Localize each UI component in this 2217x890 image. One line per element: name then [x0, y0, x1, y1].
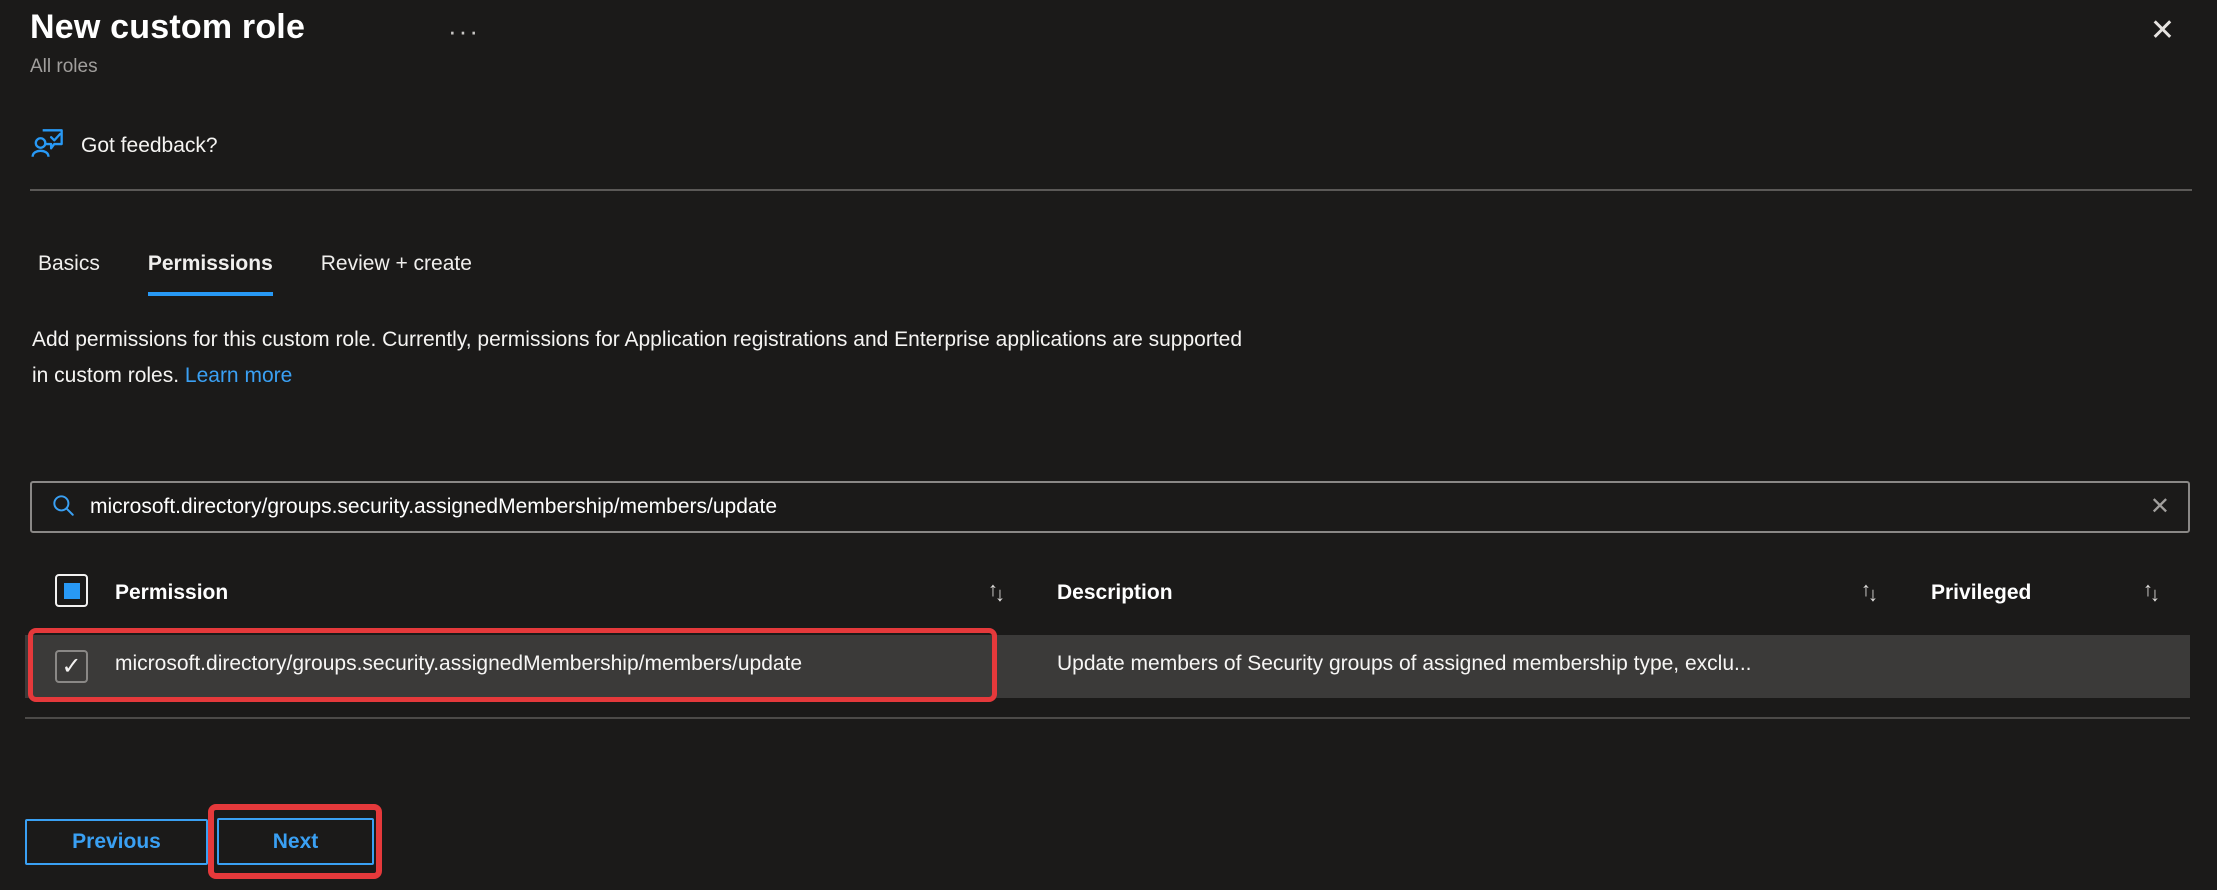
table-row[interactable]: ✓ microsoft.directory/groups.security.as… — [25, 635, 2190, 698]
search-input[interactable] — [90, 495, 2150, 519]
feedback-label: Got feedback? — [81, 134, 218, 158]
intro-line2-text: in custom roles. — [32, 364, 179, 387]
checkbox-check-icon: ✓ — [61, 655, 81, 679]
row-description-value: Update members of Security groups of ass… — [1057, 652, 1752, 676]
search-icon — [50, 492, 76, 523]
column-header-permission[interactable]: Permission — [115, 581, 228, 605]
next-button[interactable]: Next — [217, 818, 374, 865]
new-custom-role-panel: New custom role ··· ✕ All roles Got feed… — [0, 0, 2217, 890]
got-feedback-button[interactable]: Got feedback? — [30, 124, 218, 167]
breadcrumb-all-roles: All roles — [30, 56, 98, 78]
sort-icon-permission[interactable]: ↑↓ — [988, 579, 1005, 602]
tab-bar: Basics Permissions Review + create — [38, 252, 472, 296]
close-icon[interactable]: ✕ — [2150, 16, 2175, 46]
feedback-icon — [30, 124, 68, 167]
tab-permissions[interactable]: Permissions — [148, 252, 273, 296]
intro-line2: in custom roles. Learn more — [32, 358, 1242, 394]
learn-more-link[interactable]: Learn more — [185, 364, 292, 387]
row-separator — [25, 717, 2190, 719]
tab-review-create[interactable]: Review + create — [321, 252, 472, 296]
header-divider — [30, 189, 2192, 191]
select-all-checkbox[interactable] — [55, 574, 88, 607]
table-header-row: Permission ↑↓ Description ↑↓ Privileged … — [25, 565, 2190, 623]
row-checkbox[interactable]: ✓ — [55, 650, 88, 683]
intro-line1: Add permissions for this custom role. Cu… — [32, 322, 1242, 358]
tab-basics[interactable]: Basics — [38, 252, 100, 296]
more-options-icon[interactable]: ··· — [448, 16, 480, 47]
page-title: New custom role — [30, 8, 305, 47]
sort-icon-description[interactable]: ↑↓ — [1861, 579, 1878, 602]
row-permission-value: microsoft.directory/groups.security.assi… — [115, 652, 802, 676]
clear-search-icon[interactable]: ✕ — [2150, 495, 2170, 519]
checkbox-indeterminate-mark — [64, 583, 80, 599]
sort-icon-privileged[interactable]: ↑↓ — [2143, 579, 2160, 602]
column-header-description[interactable]: Description — [1057, 581, 1173, 605]
intro-text: Add permissions for this custom role. Cu… — [32, 322, 1242, 394]
permissions-table: Permission ↑↓ Description ↑↓ Privileged … — [25, 565, 2190, 725]
column-header-privileged[interactable]: Privileged — [1931, 581, 2031, 605]
permission-search-box[interactable]: ✕ — [30, 481, 2190, 533]
previous-button[interactable]: Previous — [25, 819, 208, 865]
